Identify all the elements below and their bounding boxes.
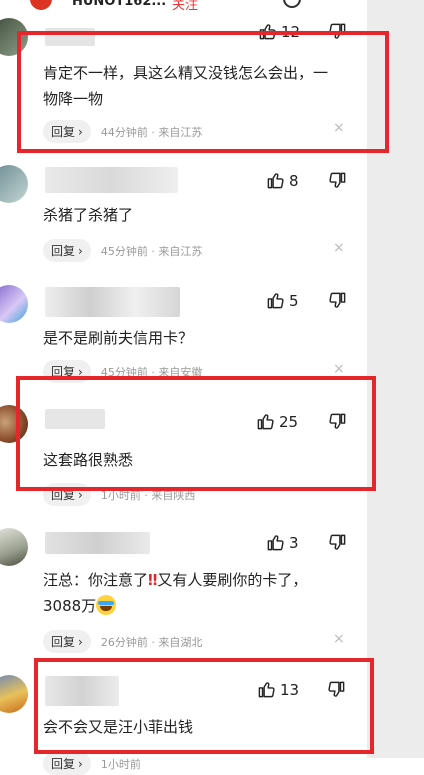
close-icon[interactable]: × [333,631,345,647]
username-blurred[interactable] [45,167,178,193]
close-icon[interactable]: × [333,361,345,377]
thumbs-down-icon[interactable] [328,171,347,190]
comment-meta: 回复 › 45分钟前 · 来自江苏 [43,239,202,262]
crying-laughing-emoji-icon [96,595,117,615]
comment-meta: 回复 › 45分钟前 · 来自安徽 [43,360,202,383]
comment-text: 杀猪了杀猪了 [43,206,134,224]
timestamp-location: 44分钟前 · 来自江苏 [100,125,203,139]
comment-item: 12 肯定不一样，具这么精又没钱怎么会出，一物降一物 回复 › 44分钟前 · 来… [0,0,367,150]
comment-text: 这套路很熟悉 [43,451,134,469]
comment-meta: 回复 › 1小时前 · 来自陕西 [43,483,195,506]
username-blurred[interactable] [45,287,180,317]
like-count: 25 [279,412,299,431]
thumbs-down-icon[interactable] [328,22,347,41]
comment-item: 5 是不是刷前夫信用卡？ 回复 › 45分钟前 · 来自安徽 × [0,282,367,383]
like-count: 3 [289,533,299,552]
comment-text: 肯定不一样，具这么精又没钱怎么会出，一物降一物 [43,64,329,108]
comment-text: 汪总：你注意了‼又有人要刷你的卡了，3088万 [43,567,333,619]
comment-item: 25 这套路很熟悉 回复 › 1小时前 · 来自陕西 [0,400,367,506]
like-button[interactable]: 3 [266,533,299,552]
comment-meta: 回复 › 44分钟前 · 来自江苏 [43,120,202,143]
reply-button[interactable]: 回复 › [43,752,91,775]
avatar[interactable] [0,285,28,323]
thumbs-down-icon[interactable] [328,412,347,431]
comment-meta: 回复 › 26分钟前 · 来自湖北 [43,630,202,653]
reply-button[interactable]: 回复 › [43,120,91,143]
like-count: 13 [280,680,300,699]
thumbs-up-icon [258,682,275,698]
thumbs-down-icon[interactable] [327,680,346,699]
chevron-right-icon: › [78,124,83,139]
avatar[interactable] [0,528,28,566]
thumbs-up-icon [267,293,284,309]
username-blurred[interactable] [45,409,105,429]
reply-button[interactable]: 回复 › [43,239,91,262]
timestamp-location: 1小时前 · 来自陕西 [100,488,196,502]
like-button[interactable]: 25 [256,412,298,431]
comment-text: 是不是刷前夫信用卡？ [43,329,194,347]
like-count: 8 [289,171,299,190]
thumbs-up-icon [267,173,284,189]
close-icon[interactable]: × [333,240,345,256]
like-count: 12 [281,22,301,41]
chevron-right-icon: › [78,756,83,771]
like-button[interactable]: 12 [258,22,300,41]
comment-item: 3 汪总：你注意了‼又有人要刷你的卡了，3088万 回复 › 26分钟前 · 来自… [0,525,367,655]
username-blurred[interactable] [45,532,150,554]
thumbs-up-icon [257,414,274,430]
avatar[interactable] [0,18,28,56]
like-count: 5 [289,291,299,310]
timestamp-location: 45分钟前 · 来自安徽 [100,365,203,379]
timestamp-location: 45分钟前 · 来自江苏 [100,244,203,258]
avatar[interactable] [0,165,28,203]
username-blurred[interactable] [45,28,95,46]
reply-button[interactable]: 回复 › [43,630,91,653]
comment-item: 8 杀猪了杀猪了 回复 › 45分钟前 · 来自江苏 × [0,160,367,270]
thumbs-down-icon[interactable] [328,291,347,310]
avatar[interactable] [0,405,28,443]
chevron-right-icon: › [78,364,83,379]
like-button[interactable]: 13 [257,680,299,699]
reply-button[interactable]: 回复 › [43,483,91,506]
chevron-right-icon: › [78,243,83,258]
comment-text: 会不会又是汪小菲出钱 [43,718,194,736]
close-icon[interactable]: × [333,120,345,136]
chevron-right-icon: › [78,634,83,649]
like-button[interactable]: 5 [266,291,299,310]
comment-item: 13 会不会又是汪小菲出钱 回复 › 1小时前 [0,672,367,775]
thumbs-down-icon[interactable] [328,533,347,552]
right-gray-margin [367,0,424,758]
username-blurred[interactable] [45,676,119,706]
timestamp-location: 26分钟前 · 来自湖北 [100,635,203,649]
like-button[interactable]: 8 [266,171,299,190]
thumbs-up-icon [259,24,276,40]
double-exclamation-icon: ‼ [148,571,158,589]
reply-button[interactable]: 回复 › [43,360,91,383]
thumbs-up-icon [267,535,284,551]
comment-meta: 回复 › 1小时前 [43,752,141,775]
avatar[interactable] [0,675,28,713]
chevron-right-icon: › [78,487,83,502]
